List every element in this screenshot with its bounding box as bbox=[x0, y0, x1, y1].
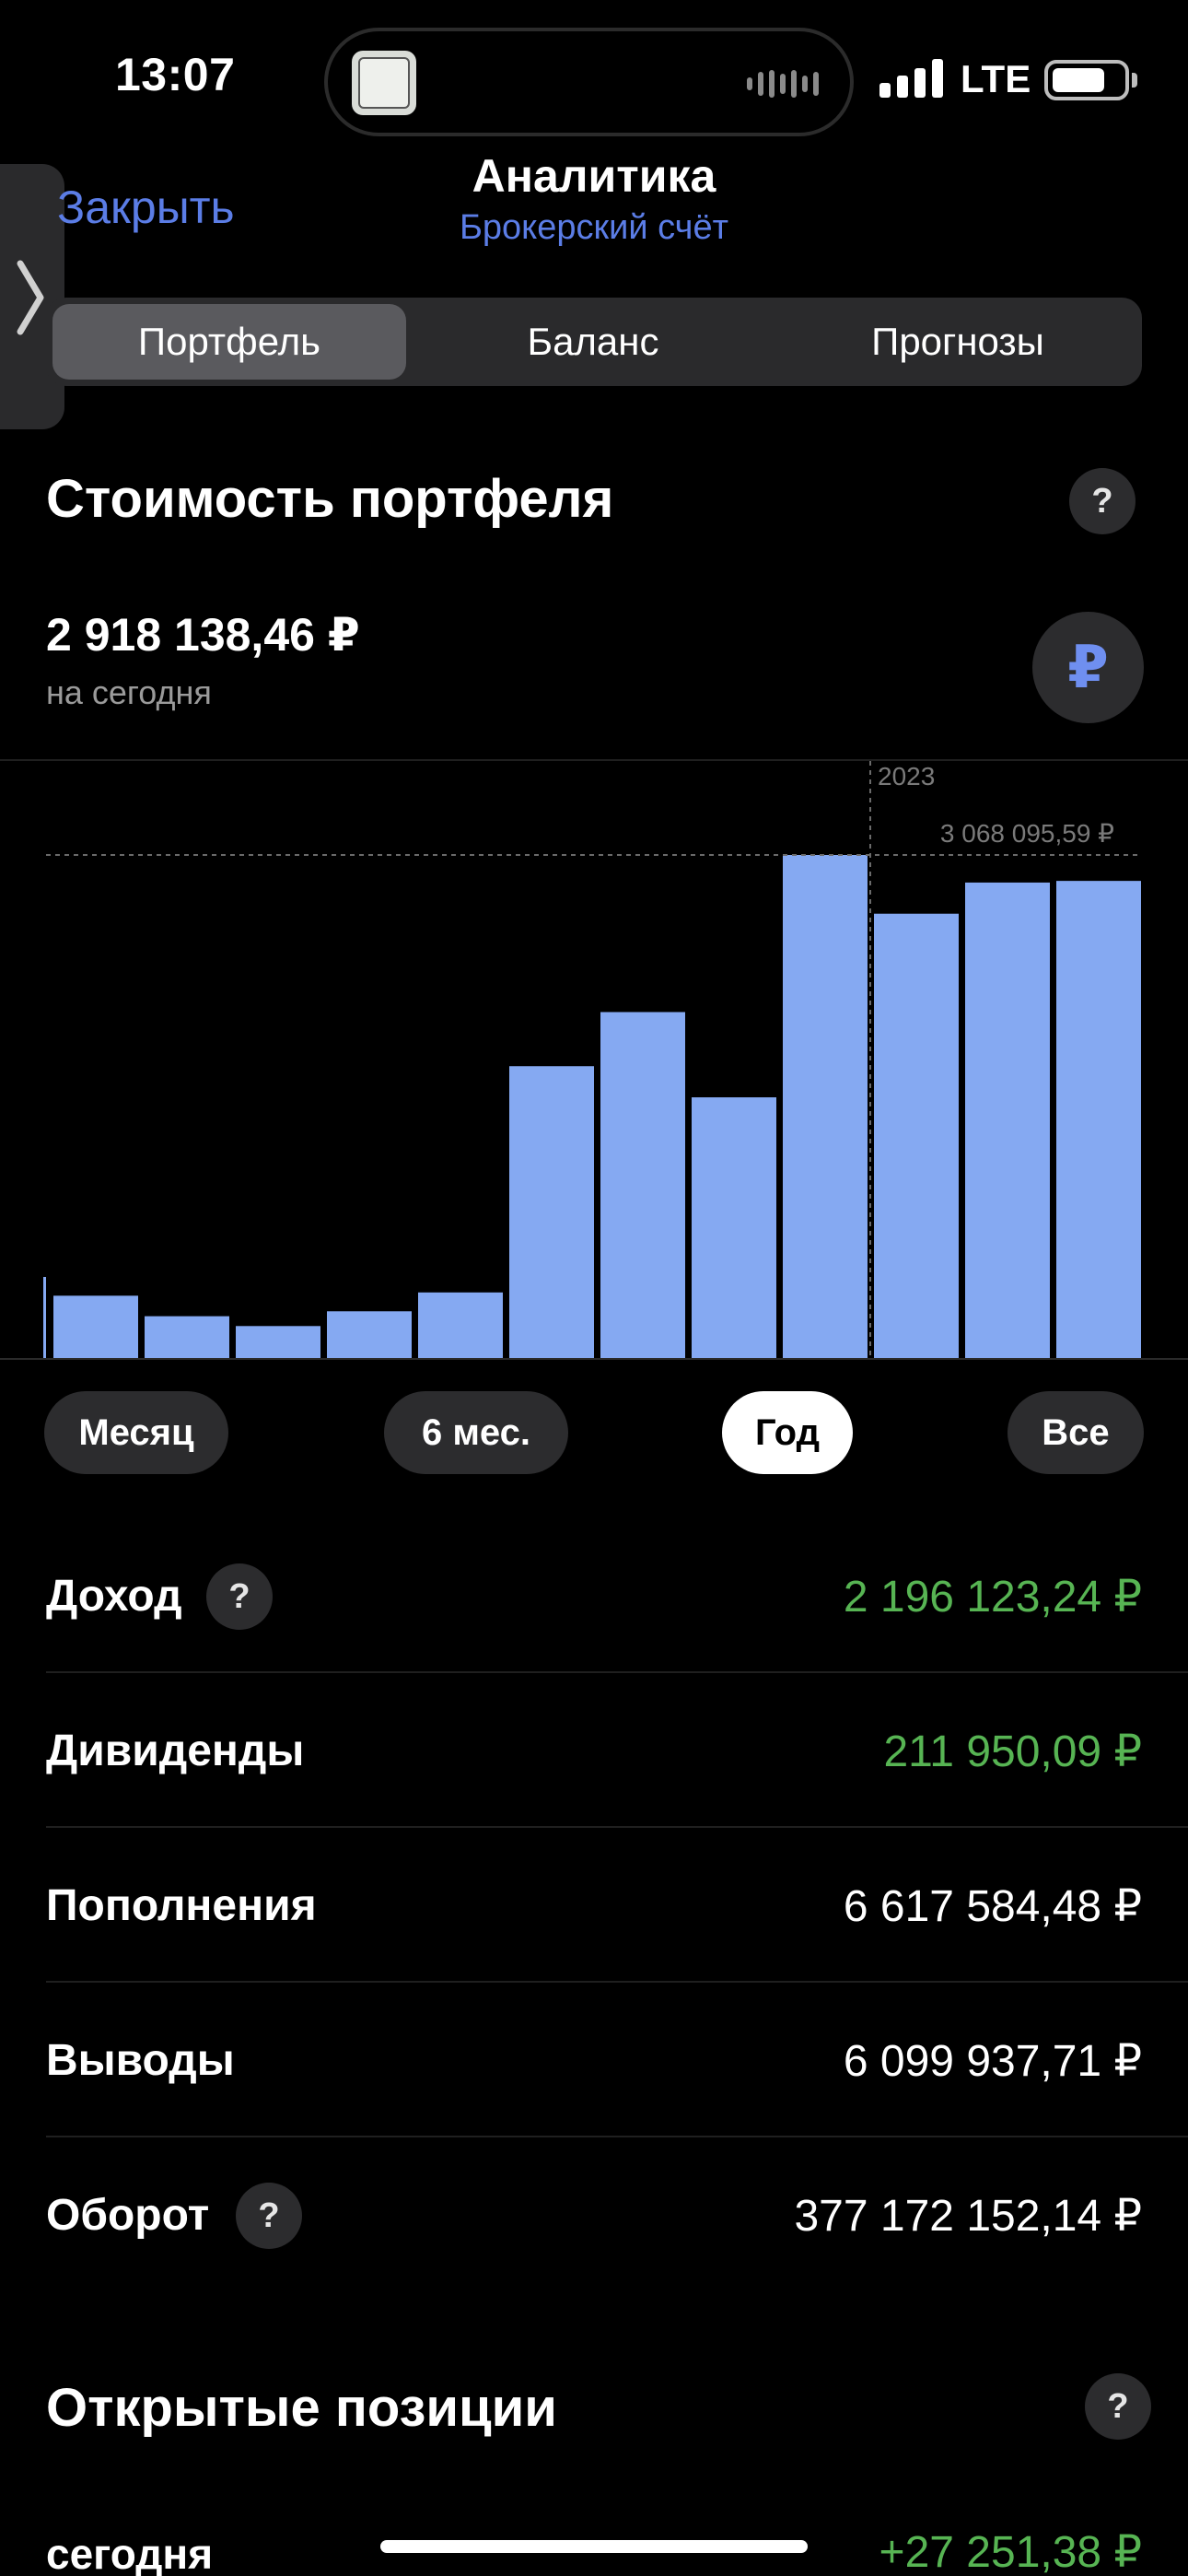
open-positions-title: Открытые позиции bbox=[46, 2378, 557, 2438]
stat-dividends-label: Дивиденды bbox=[46, 1727, 305, 1775]
stat-withdrawals-label: Выводы bbox=[46, 2036, 235, 2085]
chart-bar bbox=[53, 1295, 138, 1358]
stat-withdrawals-value: 6 099 937,71 ₽ bbox=[843, 2037, 1142, 2086]
portfolio-chart[interactable]: 2023 3 068 095,59 ₽ bbox=[0, 761, 1188, 1360]
row-divider bbox=[46, 2136, 1188, 2137]
chart-bar bbox=[145, 1316, 229, 1358]
chart-bar bbox=[600, 1012, 685, 1358]
side-panel-handle[interactable] bbox=[0, 164, 64, 429]
currency-button[interactable]: ₽ bbox=[1032, 612, 1144, 723]
chart-year-label: 2023 bbox=[878, 762, 935, 790]
chart-bar bbox=[236, 1326, 320, 1358]
audio-wave-icon bbox=[747, 70, 819, 98]
tab-balance[interactable]: Баланс bbox=[413, 304, 774, 380]
stat-deposits-label: Пополнения bbox=[46, 1881, 317, 1930]
stat-income-label: Доход bbox=[46, 1572, 182, 1621]
chart-bar bbox=[692, 1097, 776, 1358]
chart-bar bbox=[327, 1311, 412, 1358]
chart-bar bbox=[965, 882, 1050, 1358]
chart-bar bbox=[874, 913, 959, 1358]
open-positions-help-button[interactable]: ? bbox=[1085, 2373, 1151, 2440]
tab-bar: Портфель Баланс Прогнозы bbox=[46, 298, 1142, 386]
period-year-button[interactable]: Год bbox=[722, 1391, 853, 1474]
tab-forecasts[interactable]: Прогнозы bbox=[780, 304, 1136, 380]
battery-icon bbox=[1044, 60, 1129, 100]
chart-bar bbox=[783, 855, 868, 1358]
stat-dividends-value: 211 950,09 ₽ bbox=[883, 1727, 1142, 1776]
stat-turnover-value: 377 172 152,14 ₽ bbox=[794, 2192, 1142, 2241]
cellular-signal-icon bbox=[879, 57, 943, 98]
status-time: 13:07 bbox=[115, 49, 236, 100]
battery-tip bbox=[1132, 73, 1137, 88]
positions-today-value: +27 251,38 ₽ bbox=[879, 2528, 1142, 2576]
row-divider bbox=[46, 1671, 1188, 1673]
network-type: LTE bbox=[961, 57, 1031, 100]
period-6m-button[interactable]: 6 мес. bbox=[384, 1391, 568, 1474]
row-divider bbox=[46, 1981, 1188, 1983]
account-subtitle[interactable]: Брокерский счёт bbox=[0, 208, 1188, 248]
portfolio-title: Стоимость портфеля bbox=[46, 469, 614, 529]
portfolio-value-caption: на сегодня bbox=[46, 673, 212, 711]
chart-bar bbox=[1056, 881, 1141, 1358]
turnover-help-button[interactable]: ? bbox=[236, 2183, 302, 2249]
home-indicator[interactable] bbox=[380, 2540, 808, 2553]
positions-today-label: сегодня bbox=[46, 2530, 214, 2576]
row-divider bbox=[46, 1826, 1188, 1828]
tab-portfolio[interactable]: Портфель bbox=[52, 304, 406, 380]
stat-income-value: 2 196 123,24 ₽ bbox=[843, 1573, 1142, 1622]
chart-edge-stub bbox=[43, 1277, 46, 1358]
portfolio-value: 2 918 138,46 ₽ bbox=[46, 609, 360, 661]
page-title: Аналитика bbox=[472, 150, 716, 202]
portfolio-help-button[interactable]: ? bbox=[1069, 468, 1136, 534]
chart-max-value-label: 3 068 095,59 ₽ bbox=[940, 819, 1114, 848]
chart-bar bbox=[509, 1066, 594, 1358]
chevron-right-icon bbox=[17, 260, 44, 335]
stat-deposits-value: 6 617 584,48 ₽ bbox=[843, 1882, 1142, 1931]
album-art-icon bbox=[352, 51, 416, 115]
stat-turnover-label: Оборот bbox=[46, 2191, 210, 2240]
period-all-button[interactable]: Все bbox=[1007, 1391, 1144, 1474]
period-month-button[interactable]: Месяц bbox=[44, 1391, 228, 1474]
chart-bar bbox=[418, 1292, 503, 1358]
income-help-button[interactable]: ? bbox=[206, 1563, 273, 1630]
dynamic-island[interactable] bbox=[324, 28, 854, 136]
